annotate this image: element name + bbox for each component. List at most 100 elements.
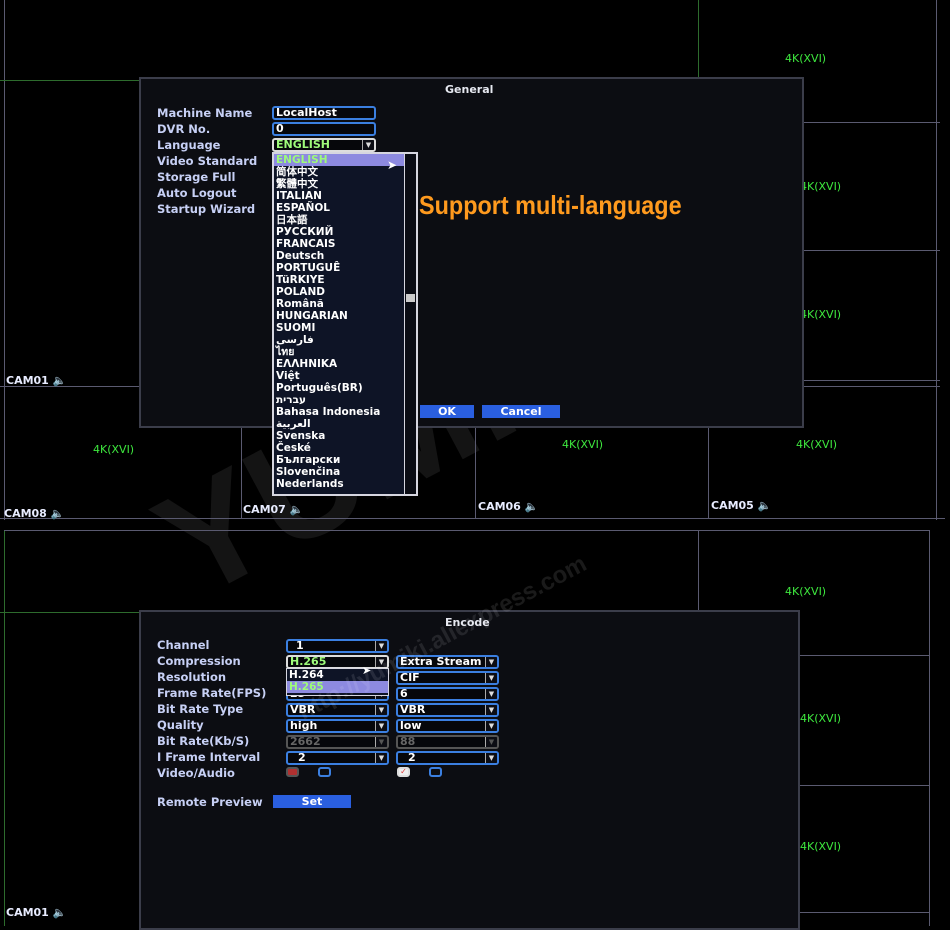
language-option[interactable]: ไทย	[274, 346, 405, 358]
language-option[interactable]: Nederlands	[274, 478, 405, 490]
camera-label-cam01[interactable]: CAM01 🔈	[6, 374, 66, 387]
chevron-down-icon: ▼	[375, 721, 387, 731]
language-dropdown-list[interactable]: ENGLISH 简体中文 繁體中文 ITALIAN ESPAÑOL 日本語 РУССКИЙ F…	[272, 152, 418, 496]
language-option[interactable]: ITALIAN	[274, 190, 405, 202]
language-option[interactable]: فارسی	[274, 334, 405, 346]
language-option[interactable]: 简体中文	[274, 166, 405, 178]
scrollbar-thumb[interactable]	[406, 294, 415, 302]
chevron-down-icon: ▼	[485, 705, 497, 715]
general-dialog: General	[139, 77, 804, 428]
label-auto-logout: Auto Logout	[157, 186, 237, 200]
camera-label-cam08[interactable]: CAM08 🔈	[4, 507, 64, 520]
chevron-down-icon: ▼	[375, 641, 387, 651]
dvr-no-input[interactable]: 0	[272, 122, 376, 136]
ok-button[interactable]: OK	[420, 405, 474, 418]
quality-select[interactable]: high ▼	[286, 719, 389, 733]
language-option[interactable]: Português(BR)	[274, 382, 405, 394]
extra-i-frame-interval-select[interactable]: 2 ▼	[396, 751, 499, 765]
language-option[interactable]: FRANCAIS	[274, 238, 405, 250]
label-startup-wizard: Startup Wizard	[157, 202, 256, 216]
language-option[interactable]: Việt	[274, 370, 405, 382]
extra-frame-rate-select[interactable]: 6 ▼	[396, 687, 499, 701]
cancel-button[interactable]: Cancel	[482, 405, 560, 418]
machine-name-input[interactable]: LocalHost	[272, 106, 376, 120]
language-option[interactable]: Română	[274, 298, 405, 310]
language-option[interactable]: TüRKIYE	[274, 274, 405, 286]
chevron-down-icon: ▼	[485, 689, 497, 699]
label-language: Language	[157, 138, 221, 152]
camera-label-cam05[interactable]: CAM05 🔈	[711, 499, 771, 512]
language-option[interactable]: Bahasa Indonesia	[274, 406, 405, 418]
camera-name: CAM05	[711, 499, 754, 512]
language-option[interactable]: ESPAÑOL	[274, 202, 405, 214]
camera-label-cam06[interactable]: CAM06 🔈	[478, 500, 538, 513]
chevron-down-icon: ▼	[375, 737, 387, 747]
set-button[interactable]: Set	[273, 795, 351, 808]
language-option[interactable]: Slovenčina	[274, 466, 405, 478]
language-option[interactable]: 日本語	[274, 214, 405, 226]
label-video-standard: Video Standard	[157, 154, 258, 168]
extra-video-checkbox[interactable]: ✓	[397, 767, 410, 777]
label-channel: Channel	[157, 638, 210, 652]
language-option[interactable]: Deutsch	[274, 250, 405, 262]
bit-rate-value: 2662	[290, 735, 321, 748]
chevron-down-icon: ▼	[375, 753, 387, 763]
language-option[interactable]: Български	[274, 454, 405, 466]
i-frame-interval-select[interactable]: 2 ▼	[286, 751, 389, 765]
language-option[interactable]: ΕΛΛΗΝΙΚΑ	[274, 358, 405, 370]
chevron-down-icon: ▼	[485, 737, 497, 747]
language-option[interactable]: Svenska	[274, 430, 405, 442]
label-resolution: Resolution	[157, 670, 227, 684]
label-frame-rate: Frame Rate(FPS)	[157, 686, 267, 700]
camera-resolution: 4K(XVI)	[800, 712, 842, 725]
extra-bit-rate-type-select[interactable]: VBR ▼	[396, 703, 499, 717]
language-option[interactable]: České	[274, 442, 405, 454]
language-option[interactable]: PORTUGUÊ	[274, 262, 405, 274]
speaker-muted-icon: 🔈	[52, 374, 67, 387]
label-i-frame-interval: I Frame Interval	[157, 750, 261, 764]
camera-name: CAM06	[478, 500, 521, 513]
chevron-down-icon: ▼	[375, 705, 387, 715]
camera-label-cam01[interactable]: CAM01 🔈	[6, 906, 66, 919]
language-select[interactable]: ENGLISH ▼	[272, 138, 376, 152]
scrollbar[interactable]	[404, 154, 416, 494]
extra-quality-select[interactable]: low ▼	[396, 719, 499, 733]
chevron-down-icon: ▼	[362, 140, 374, 150]
extra-frame-rate-value: 6	[400, 687, 408, 700]
language-option[interactable]: 繁體中文	[274, 178, 405, 190]
language-option[interactable]: العربية	[274, 418, 405, 430]
camera-resolution: 4K(XVI)	[800, 840, 842, 853]
camera-resolution: 4K(XVI)	[562, 438, 604, 451]
extra-bit-rate-select[interactable]: 88 ▼	[396, 735, 499, 749]
camera-name: CAM01	[6, 374, 49, 387]
extra-quality-value: low	[400, 719, 422, 732]
chevron-down-icon: ▼	[485, 721, 497, 731]
label-dvr-no: DVR No.	[157, 122, 211, 136]
extra-audio-checkbox[interactable]	[429, 767, 442, 777]
chevron-down-icon: ▼	[485, 753, 497, 763]
label-bit-rate-type: Bit Rate Type	[157, 702, 244, 716]
label-quality: Quality	[157, 718, 204, 732]
extra-bit-rate-value: 88	[400, 735, 416, 748]
speaker-muted-icon: 🔈	[50, 507, 65, 520]
label-remote-preview: Remote Preview	[157, 795, 263, 809]
bit-rate-select[interactable]: 2662 ▼	[286, 735, 389, 749]
language-option[interactable]: РУССКИЙ	[274, 226, 405, 238]
main-audio-checkbox[interactable]	[318, 767, 331, 777]
language-option[interactable]: HUNGARIAN	[274, 310, 405, 322]
main-video-checkbox[interactable]	[286, 767, 299, 777]
channel-select[interactable]: 1 ▼	[286, 639, 389, 653]
chevron-down-icon: ▼	[485, 673, 497, 683]
camera-label-cam07[interactable]: CAM07 🔈	[243, 503, 303, 516]
check-icon: ✓	[400, 767, 407, 776]
language-option[interactable]: עברית	[274, 394, 405, 406]
extra-bit-rate-type-value: VBR	[400, 703, 426, 716]
camera-name: CAM08	[4, 507, 47, 520]
language-option[interactable]: ENGLISH	[274, 154, 405, 166]
language-option[interactable]: SUOMI	[274, 322, 405, 334]
extra-resolution-select[interactable]: CIF ▼	[396, 671, 499, 685]
compression-value: H.265	[290, 655, 327, 668]
camera-name: CAM07	[243, 503, 286, 516]
language-option[interactable]: POLAND	[274, 286, 405, 298]
promo-caption: Support multi-language	[419, 190, 682, 220]
